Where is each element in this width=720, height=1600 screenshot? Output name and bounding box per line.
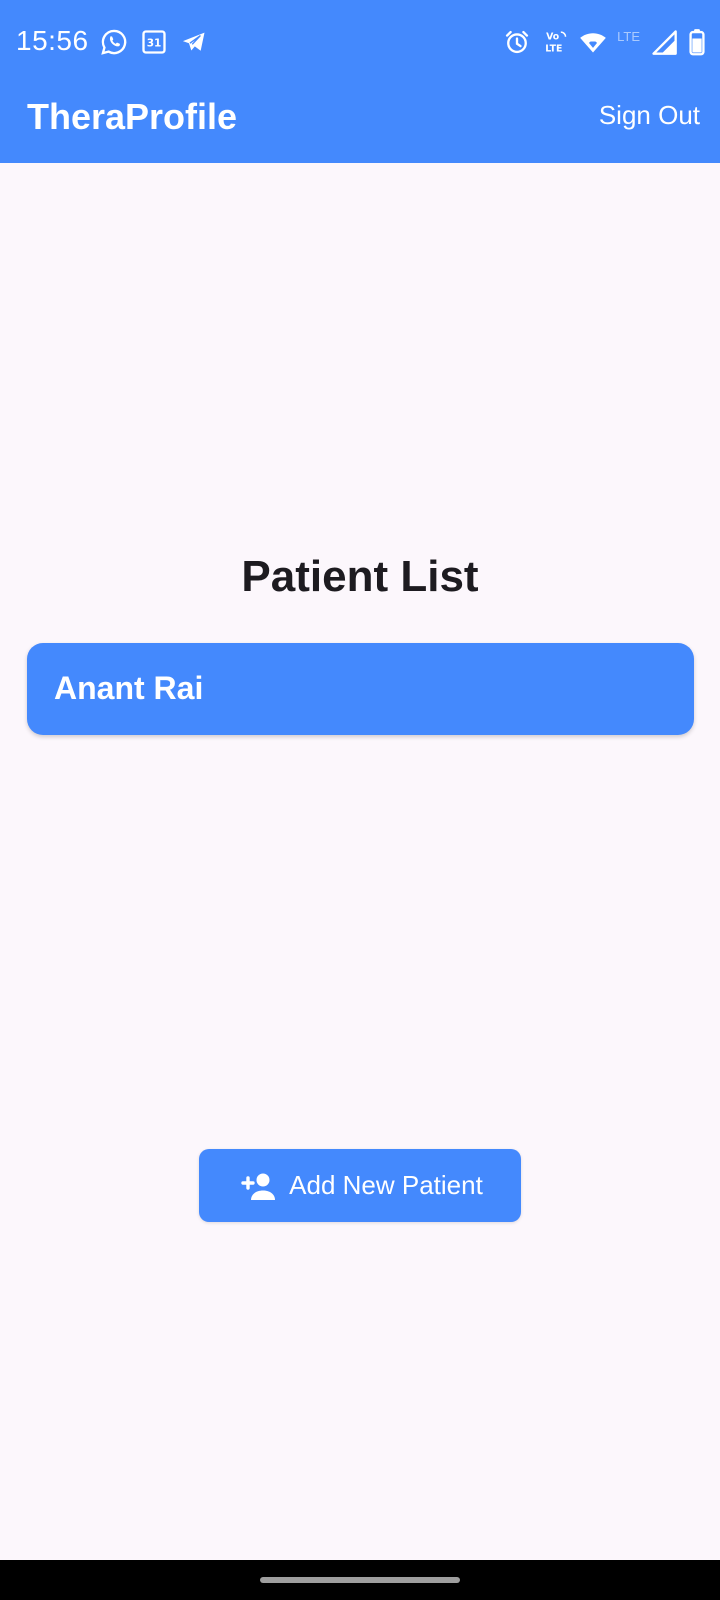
patient-name: Anant Rai [54,670,204,706]
home-gesture-handle[interactable] [260,1577,460,1583]
calendar-icon: 31 [140,28,168,56]
sign-out-button[interactable]: Sign Out [599,100,700,131]
signal-icon [650,28,678,56]
svg-text:LTE: LTE [545,43,562,54]
volte-icon: Vo LTE [541,28,569,56]
battery-icon [688,28,706,56]
page-title: Patient List [241,552,479,601]
lte-label: LTE [617,28,640,44]
add-new-patient-button[interactable]: Add New Patient [199,1149,521,1222]
add-new-patient-label: Add New Patient [289,1170,483,1200]
status-left-icons: 31 [100,28,208,56]
status-bar: 15:56 31 Vo LTE LTE [0,0,720,82]
svg-text:Vo: Vo [546,32,559,43]
svg-text:31: 31 [147,38,162,50]
alarm-icon [503,28,531,56]
patient-list-item[interactable]: Anant Rai [27,643,694,735]
status-time: 15:56 [16,25,89,56]
telegram-icon [180,28,208,56]
wifi-icon [579,28,607,56]
app-bar: TheraProfile Sign Out [0,82,720,163]
person-add-icon [237,1171,276,1201]
whatsapp-icon [100,28,128,56]
status-right-icons: Vo LTE LTE [503,28,706,56]
app-title: TheraProfile [27,96,238,137]
system-nav-bar [0,1560,720,1600]
